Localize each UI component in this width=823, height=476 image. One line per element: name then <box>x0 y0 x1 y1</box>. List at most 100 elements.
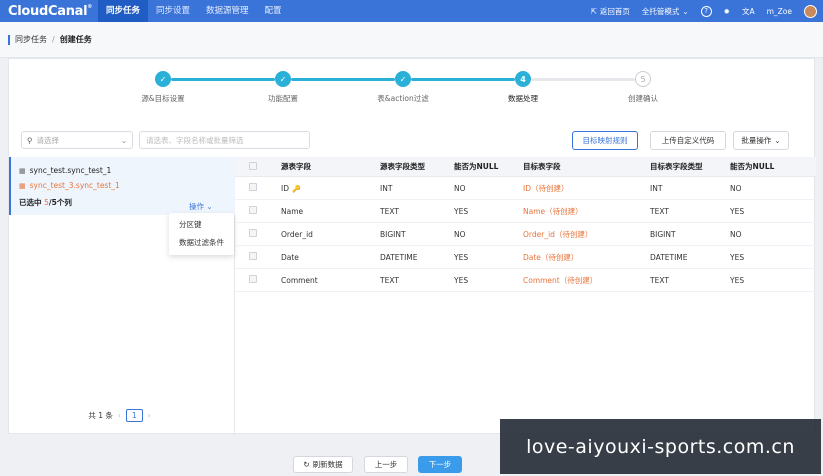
key-icon: 🔑 <box>292 184 301 193</box>
source-nullable: YES <box>454 206 469 216</box>
source-nullable: NO <box>454 229 466 239</box>
step-2: ✓ 功能配置 <box>233 71 333 104</box>
new-table-icon: ▦ <box>19 181 26 190</box>
target-field[interactable]: ID（待创建） <box>523 183 650 194</box>
target-table: ▦ sync_test_3.sync_test_1 <box>19 181 120 190</box>
watermark: love-aiyouxi-sports.com.cn <box>500 419 821 474</box>
next-step-button[interactable]: 下一步 <box>418 456 462 473</box>
step-label: 源&目标设置 <box>141 94 185 103</box>
target-type: INT <box>650 183 663 193</box>
step-check-icon: ✓ <box>395 71 411 87</box>
refresh-button[interactable]: ↻ 刷新数据 <box>293 456 353 473</box>
username[interactable]: m_Zoe <box>767 7 792 16</box>
source-field: Order_id <box>281 229 313 239</box>
table-select-placeholder: 请选择 <box>36 135 60 145</box>
source-type: INT <box>380 183 393 193</box>
chevron-down-icon: ⌄ <box>774 136 781 145</box>
breadcrumb: 同步任务 / 创建任务 <box>0 22 823 58</box>
col-header: 能否为NULL <box>730 162 775 171</box>
pagination: 共 1 条 ‹ 1 › <box>9 405 235 425</box>
menu-item-data-filter[interactable]: 数据过滤条件 <box>169 234 234 252</box>
source-nullable: NO <box>454 183 466 193</box>
refresh-icon: ↻ <box>303 460 310 469</box>
upload-code-button[interactable]: 上传自定义代码 <box>650 131 726 150</box>
target-nullable: YES <box>730 275 745 285</box>
source-field: ID 🔑 <box>281 183 301 193</box>
pager-total: 共 1 条 <box>88 410 113 420</box>
avatar[interactable] <box>804 4 817 18</box>
table-op-dropdown[interactable]: 操作 ⌄ <box>189 201 213 212</box>
menu-item-partition-key[interactable]: 分区键 <box>169 216 234 234</box>
step-1: ✓ 源&目标设置 <box>113 71 213 104</box>
step-label: 数据处理 <box>508 94 538 103</box>
col-header: 源表字段 <box>281 162 311 171</box>
step-number: 4 <box>515 71 531 87</box>
step-5: 5 创建确认 <box>593 71 693 104</box>
breadcrumb-bar <box>8 34 10 45</box>
step-number: 5 <box>635 71 651 87</box>
col-header: 源表字段类型 <box>380 162 425 171</box>
source-table: ▦ sync_test.sync_test_1 <box>19 166 112 175</box>
step-4: 4 数据处理 <box>473 71 573 104</box>
home-icon: ⇱ <box>590 6 597 16</box>
target-field[interactable]: Name（待创建） <box>523 206 650 217</box>
chevron-down-icon: ⌄ <box>682 6 689 16</box>
field-search-placeholder: 请选表、字段名称或批量筛选 <box>146 135 244 145</box>
table-row[interactable]: Comment TEXT YES Comment（待创建） TEXT YES <box>235 269 816 292</box>
mapping-rule-button[interactable]: 目标映射规则 <box>572 131 638 150</box>
mode-dropdown[interactable]: 全托管模式 ⌄ <box>642 6 689 17</box>
table-row[interactable]: Order_id BIGINT NO Order_id（待创建） BIGINT NO <box>235 223 816 246</box>
table-list-panel: ▦ sync_test.sync_test_1 ▦ sync_test_3.sync… <box>9 157 235 435</box>
source-type: DATETIME <box>380 252 418 262</box>
chevron-down-icon: ⌄ <box>206 202 213 211</box>
table-row[interactable]: Name TEXT YES Name（待创建） TEXT YES <box>235 200 816 223</box>
prev-step-button[interactable]: 上一步 <box>364 456 408 473</box>
col-header: 目标表字段类型 <box>650 162 703 171</box>
main-card: ✓ 源&目标设置 ✓ 功能配置 ✓ 表&action过滤 4 数据处理 5 创建… <box>8 58 816 435</box>
help-icon[interactable]: ? <box>700 5 712 17</box>
source-field: Comment <box>281 275 318 285</box>
breadcrumb-sep: / <box>52 35 55 44</box>
source-field: Name <box>281 206 304 216</box>
source-type: TEXT <box>380 275 399 285</box>
target-type: DATETIME <box>650 252 688 262</box>
col-header: 目标表字段 <box>523 162 561 171</box>
nav-tab-datasource[interactable]: 数据源管理 <box>198 0 257 22</box>
table-icon: ▦ <box>19 166 26 175</box>
breadcrumb-parent[interactable]: 同步任务 <box>15 34 47 45</box>
nav-tab-sync-tasks[interactable]: 同步任务 <box>98 0 149 22</box>
target-field[interactable]: Order_id（待创建） <box>523 229 650 240</box>
table-row[interactable]: ID 🔑 INT NO ID（待创建） INT NO <box>235 177 816 200</box>
prev-page-icon[interactable]: ‹ <box>118 411 121 420</box>
table-row[interactable]: Date DATETIME YES Date（待创建） DATETIME YES <box>235 246 816 269</box>
search-icon: ⚲ <box>27 135 33 145</box>
field-search-input[interactable]: 请选表、字段名称或批量筛选 <box>139 131 310 149</box>
nav-right: ⇱ 返回首页 全托管模式 ⌄ ? ✹ 文A m_Zoe <box>591 0 823 22</box>
theme-icon[interactable]: ✹ <box>724 7 730 16</box>
target-field[interactable]: Comment（待创建） <box>523 275 650 286</box>
target-nullable: YES <box>730 206 745 216</box>
target-type: TEXT <box>650 275 669 285</box>
nav-tab-config[interactable]: 配置 <box>257 0 290 22</box>
home-link[interactable]: ⇱ 返回首页 <box>591 6 630 17</box>
target-type: BIGINT <box>650 229 676 239</box>
table-header: 源表字段 源表字段类型 能否为NULL 目标表字段 目标表字段类型 能否为NUL… <box>235 157 816 177</box>
logo[interactable]: CloudCanal® <box>0 4 98 19</box>
language-icon[interactable]: 文A <box>742 6 755 17</box>
next-page-icon[interactable]: › <box>148 411 151 420</box>
batch-ops-button[interactable]: 批量操作 ⌄ <box>733 131 789 150</box>
target-type: TEXT <box>650 206 669 216</box>
target-nullable: NO <box>730 183 742 193</box>
target-nullable: YES <box>730 252 745 262</box>
table-select[interactable]: ⚲ 请选择 ⌄ <box>21 131 133 149</box>
nav-tab-sync-settings[interactable]: 同步设置 <box>148 0 198 22</box>
page-number[interactable]: 1 <box>125 408 143 422</box>
source-nullable: YES <box>454 275 469 285</box>
step-3: ✓ 表&action过滤 <box>353 71 453 104</box>
source-type: BIGINT <box>380 229 406 239</box>
step-check-icon: ✓ <box>155 71 171 87</box>
source-type: TEXT <box>380 206 399 216</box>
step-check-icon: ✓ <box>275 71 291 87</box>
target-field[interactable]: Date（待创建） <box>523 252 650 263</box>
source-field: Date <box>281 252 299 262</box>
